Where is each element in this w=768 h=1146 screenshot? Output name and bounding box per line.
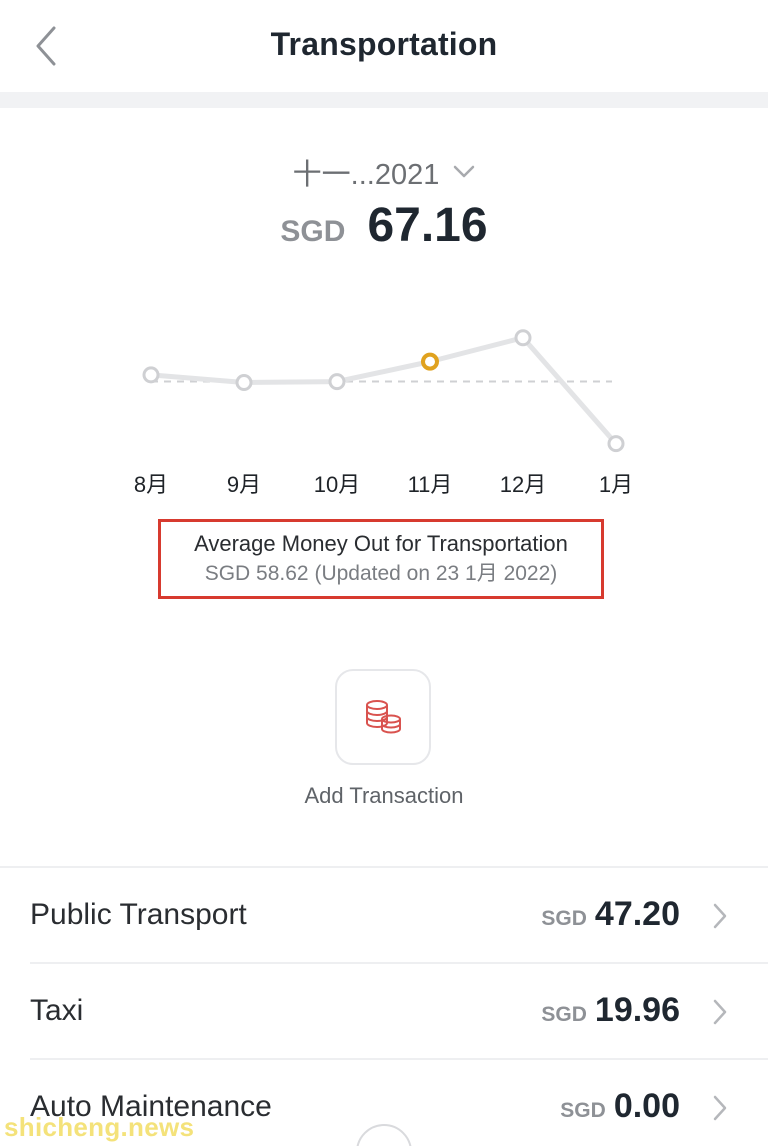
add-transaction-button[interactable] [335,669,431,765]
category-amount: SGD 0.00 [560,1087,680,1126]
average-highlight-box: Average Money Out for Transportation SGD… [158,519,604,599]
x-tick-label: 8月 [134,472,168,497]
average-subtitle: SGD 58.62 (Updated on 23 1月 2022) [204,562,558,585]
page-title: Transportation [270,26,498,62]
period-selector[interactable]: 十一...2021 [0,152,768,192]
data-point [514,329,532,347]
category-value: 19.96 [594,991,680,1029]
total-amount-display: SGD 67.16 [0,198,768,258]
chevron-right-icon [713,999,727,1025]
category-amount: SGD 19.96 [541,991,680,1030]
category-row-taxi[interactable]: Taxi SGD 19.96 [0,964,768,1058]
x-tick-label: 12月 [500,472,546,497]
total-currency: SGD [280,215,346,248]
watermark-text: shicheng.news [4,1112,195,1142]
chevron-right-icon [713,1095,727,1121]
data-point [328,373,346,391]
series-line [148,335,619,447]
category-currency: SGD [541,1003,587,1026]
category-value: 47.20 [594,895,680,933]
category-label: Taxi [30,994,84,1027]
category-label: Public Transport [30,898,247,931]
x-tick-label: 11月 [408,472,453,497]
period-label: 十一...2021 [292,159,440,191]
category-value: 0.00 [613,1087,680,1125]
data-point [235,374,253,392]
x-tick-label: 1月 [599,472,633,497]
header-divider [0,92,768,108]
add-transaction-label: Add Transaction [304,783,464,808]
monthly-spending-chart: 8月 9月 10月 11月 12月 1月 [134,329,633,497]
data-point [607,435,625,453]
category-amount: SGD 47.20 [541,895,680,934]
category-row-public-transport[interactable]: Public Transport SGD 47.20 [0,868,768,962]
x-tick-label: 9月 [227,472,261,497]
chevron-right-icon [713,903,727,929]
data-point [421,352,439,371]
coins-icon [366,700,401,734]
data-point [142,366,160,384]
header-bar: Transportation [0,0,768,92]
x-tick-label: 10月 [314,472,360,497]
transportation-screen: Transportation 十一...2021 SGD 67.16 8月 9月 1… [0,0,768,1146]
average-title: Average Money Out for Transportation [194,531,568,556]
category-currency: SGD [560,1099,606,1122]
chevron-down-icon [454,165,475,178]
total-amount: 67.16 [367,199,488,252]
category-currency: SGD [541,907,587,930]
